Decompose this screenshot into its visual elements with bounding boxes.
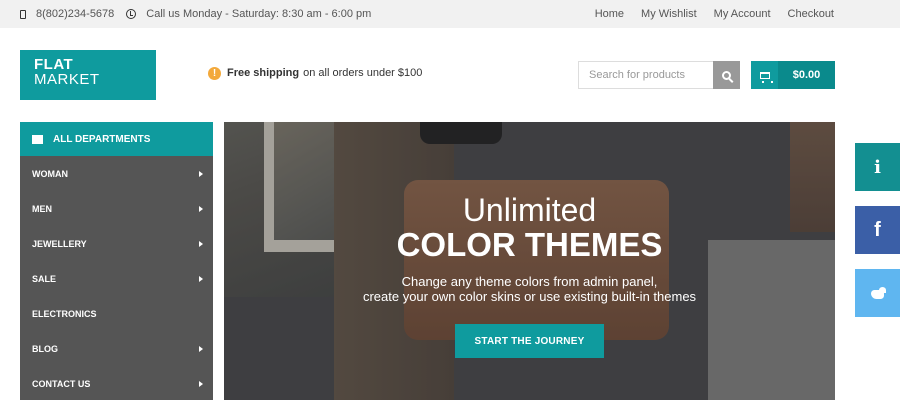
sidebar-item-label: MEN — [32, 203, 52, 214]
all-departments-label: ALL DEPARTMENTS — [53, 133, 151, 145]
sidebar-item-label: JEWELLERY — [32, 238, 87, 249]
checkout-link[interactable]: Checkout — [788, 8, 834, 20]
caret-right-icon — [199, 345, 203, 352]
sidebar-item-label: ELECTRONICS — [32, 308, 97, 319]
info-button[interactable]: i — [855, 143, 900, 191]
search-button[interactable] — [713, 61, 740, 89]
facebook-button[interactable]: f — [855, 206, 900, 254]
sidebar-item-label: CONTACT US — [32, 378, 91, 389]
cart-icon-box — [751, 61, 778, 89]
hero-subtitle: Change any theme colors from admin panel… — [224, 274, 835, 304]
hero-banner: Unlimited COLOR THEMES Change any theme … — [224, 122, 835, 400]
logo-line-1: FLAT — [34, 56, 74, 73]
hero-title-line-1: Unlimited — [462, 192, 597, 228]
facebook-icon: f — [874, 218, 881, 241]
wishlist-link[interactable]: My Wishlist — [641, 8, 697, 20]
logo-line-2: MARKET — [34, 71, 100, 88]
sidebar-item-men[interactable]: MEN — [20, 191, 213, 226]
twitter-button[interactable] — [855, 269, 900, 317]
sidebar-item-jewellery[interactable]: JEWELLERY — [20, 226, 213, 261]
sidebar-item-label: BLOG — [32, 343, 58, 354]
sidebar-item-sale[interactable]: SALE — [20, 261, 213, 296]
hero-subtitle-line-2: create your own color skins or use exist… — [362, 289, 697, 304]
contact-info: 8(802)234-5678 Call us Monday - Saturday… — [20, 0, 371, 28]
search-input[interactable] — [578, 61, 713, 89]
store-hours: Call us Monday - Saturday: 8:30 am - 6:0… — [146, 8, 372, 20]
cart-total: $0.00 — [778, 61, 835, 89]
cart-icon — [759, 71, 773, 83]
twitter-icon — [870, 286, 886, 300]
phone-icon — [20, 9, 26, 19]
hero-subtitle-line-1: Change any theme colors from admin panel… — [401, 274, 658, 289]
top-bar: 8(802)234-5678 Call us Monday - Saturday… — [0, 0, 900, 28]
caret-right-icon — [199, 275, 203, 282]
shipping-bold: Free shipping — [227, 67, 300, 79]
account-link[interactable]: My Account — [714, 8, 771, 20]
search-bar — [578, 61, 740, 89]
sidebar-item-woman[interactable]: WOMAN — [20, 156, 213, 191]
shipping-text: on all orders under $100 — [303, 67, 423, 79]
search-icon — [722, 70, 731, 80]
caret-right-icon — [199, 240, 203, 247]
sidebar-item-contact-us[interactable]: CONTACT US — [20, 366, 213, 401]
site-logo[interactable]: FLAT MARKET — [20, 50, 156, 100]
cart-button[interactable]: $0.00 — [751, 61, 835, 89]
sidebar-item-blog[interactable]: BLOG — [20, 331, 213, 366]
all-departments-header[interactable]: ALL DEPARTMENTS — [20, 122, 213, 156]
caret-right-icon — [199, 205, 203, 212]
shipping-notice: ! Free shipping on all orders under $100 — [208, 65, 422, 81]
caret-right-icon — [199, 170, 203, 177]
clock-icon — [126, 9, 137, 19]
hero-title-line-2: COLOR THEMES — [396, 226, 663, 263]
departments-menu: ALL DEPARTMENTS WOMAN MEN JEWELLERY SALE… — [20, 122, 213, 400]
sidebar-item-label: WOMAN — [32, 168, 68, 179]
start-journey-button[interactable]: START THE JOURNEY — [455, 324, 604, 358]
top-links: Home My Wishlist My Account Checkout — [595, 0, 834, 28]
caret-right-icon — [199, 380, 203, 387]
home-link[interactable]: Home — [595, 8, 624, 20]
menu-icon — [32, 134, 43, 144]
sidebar-item-electronics[interactable]: ELECTRONICS — [20, 296, 213, 331]
info-icon: i — [874, 156, 881, 178]
phone-number: 8(802)234-5678 — [36, 8, 115, 20]
sidebar-item-label: SALE — [32, 273, 57, 284]
exclamation-icon: ! — [208, 66, 221, 80]
